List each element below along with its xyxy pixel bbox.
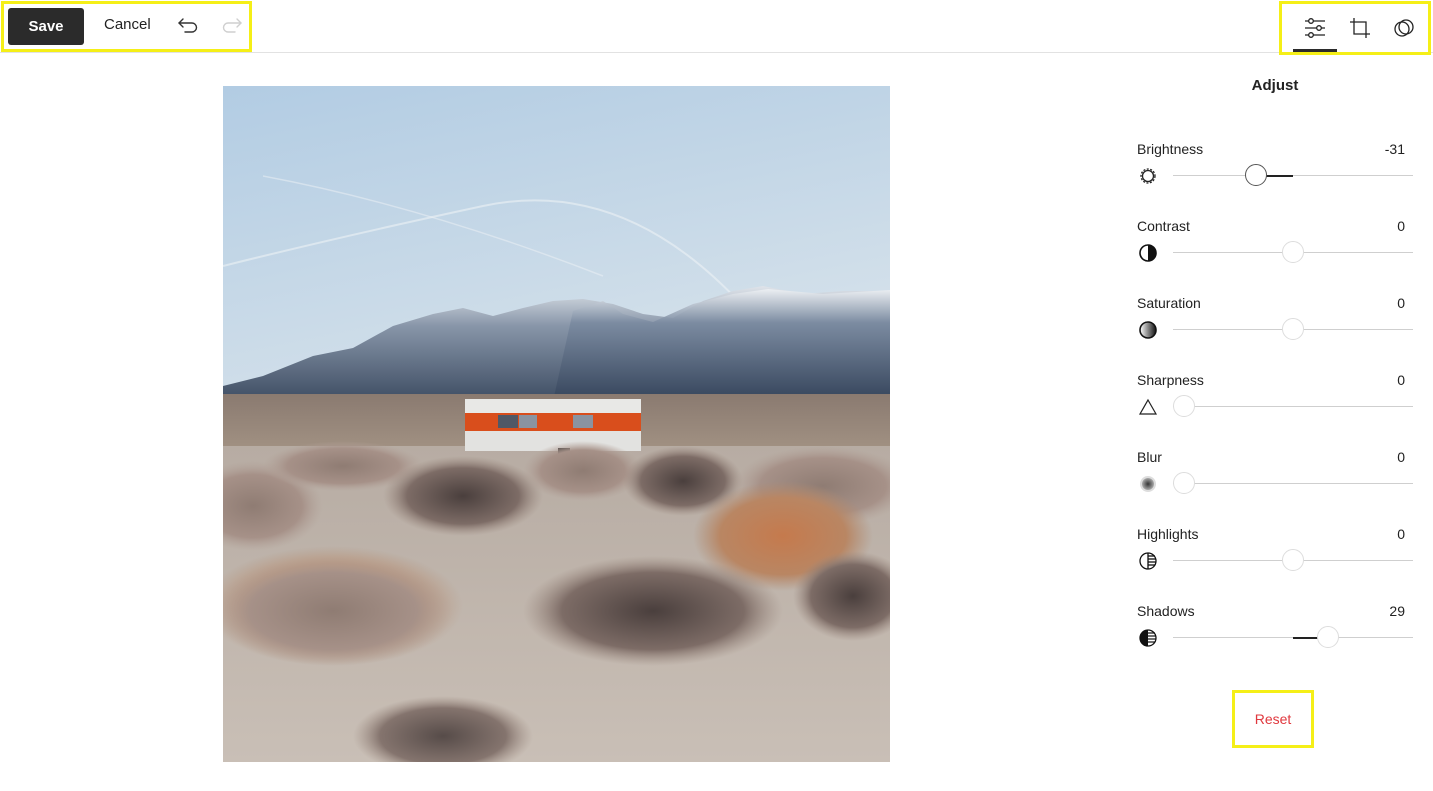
adjustment-label: Blur xyxy=(1137,449,1162,465)
edit-actions-group: Save Cancel xyxy=(1,1,252,52)
adjustment-slider-thumb[interactable] xyxy=(1316,626,1339,648)
adjustment-label: Contrast xyxy=(1137,218,1190,234)
adjustment-value: 29 xyxy=(1389,603,1405,619)
adjustment-slider-track[interactable] xyxy=(1173,626,1413,648)
cancel-button[interactable]: Cancel xyxy=(104,16,151,33)
sharpness-icon xyxy=(1137,396,1159,418)
adjustment-highlights: Highlights 0 xyxy=(1137,526,1413,586)
adjustment-brightness: Brightness -31 xyxy=(1137,141,1413,201)
tab-adjust[interactable] xyxy=(1293,12,1337,52)
undo-button[interactable] xyxy=(176,14,200,38)
sliders-icon xyxy=(1305,18,1325,38)
adjustment-value: 0 xyxy=(1397,449,1405,465)
adjustment-contrast: Contrast 0 xyxy=(1137,218,1413,278)
landscape-photo xyxy=(223,86,890,762)
adjustment-slider-thumb[interactable] xyxy=(1244,164,1267,186)
adjustment-shadows: Shadows 29 xyxy=(1137,603,1413,663)
adjustment-slider-thumb[interactable] xyxy=(1173,395,1195,417)
save-button[interactable]: Save xyxy=(8,8,84,45)
adjustment-slider-track[interactable] xyxy=(1173,472,1413,494)
brightness-icon xyxy=(1137,165,1159,187)
redo-arrow-icon xyxy=(222,18,242,33)
highlights-icon xyxy=(1137,550,1159,572)
adjustment-slider-track[interactable] xyxy=(1173,395,1413,417)
saturation-icon xyxy=(1137,319,1159,341)
adjustment-value: 0 xyxy=(1397,218,1405,234)
adjustment-saturation: Saturation 0 xyxy=(1137,295,1413,355)
tab-filters[interactable] xyxy=(1384,12,1424,44)
adjustment-slider-track[interactable] xyxy=(1173,241,1413,263)
adjustment-value: 0 xyxy=(1397,526,1405,542)
adjustment-label: Brightness xyxy=(1137,141,1204,157)
adjustment-label: Highlights xyxy=(1137,526,1199,542)
adjustment-slider-track[interactable] xyxy=(1173,164,1413,186)
blur-icon xyxy=(1137,473,1159,495)
top-toolbar: Save Cancel xyxy=(0,0,1433,55)
adjustment-slider-thumb[interactable] xyxy=(1282,318,1304,340)
contrast-icon xyxy=(1137,242,1159,264)
adjustment-value: -31 xyxy=(1384,141,1405,157)
adjustment-slider-track[interactable] xyxy=(1173,318,1413,340)
adjustment-sharpness: Sharpness 0 xyxy=(1137,372,1413,432)
adjustment-label: Saturation xyxy=(1137,295,1201,311)
adjustment-slider-thumb[interactable] xyxy=(1173,472,1195,494)
tool-tabs xyxy=(1279,1,1431,55)
adjustment-slider-thumb[interactable] xyxy=(1282,549,1304,571)
crop-icon xyxy=(1350,18,1370,38)
overlapping-circles-icon xyxy=(1394,19,1414,37)
panel-title: Adjust xyxy=(1251,77,1299,94)
adjustment-label: Sharpness xyxy=(1137,372,1204,388)
photo-canvas[interactable] xyxy=(223,86,890,762)
adjustment-slider-track[interactable] xyxy=(1173,549,1413,571)
adjustment-value: 0 xyxy=(1397,295,1405,311)
adjustment-value: 0 xyxy=(1397,372,1405,388)
tab-crop[interactable] xyxy=(1340,12,1380,44)
reset-wrap: Reset xyxy=(1232,690,1314,748)
shadows-icon xyxy=(1137,627,1159,649)
redo-button[interactable] xyxy=(220,14,244,38)
adjustment-label: Shadows xyxy=(1137,603,1195,619)
undo-arrow-icon xyxy=(178,18,198,33)
reset-button[interactable]: Reset xyxy=(1235,693,1311,745)
adjustment-slider-thumb[interactable] xyxy=(1282,241,1304,263)
adjustment-blur: Blur 0 xyxy=(1137,449,1413,509)
